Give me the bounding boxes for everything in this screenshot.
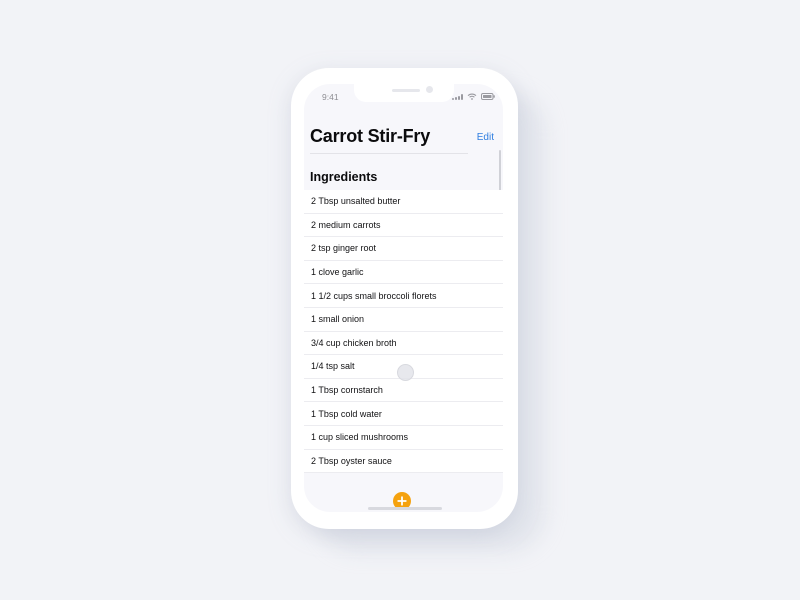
ingredient-row[interactable]: 2 medium carrots <box>304 214 503 238</box>
phone-screen: 9:41 Carrot Stir-Fry Edit Ingredients 2 … <box>304 84 503 512</box>
ingredient-row[interactable]: 1 1/2 cups small broccoli florets <box>304 284 503 308</box>
wifi-icon <box>467 93 477 100</box>
ingredient-row[interactable]: 2 Tbsp oyster sauce <box>304 450 503 474</box>
speaker <box>392 89 420 92</box>
section-title-ingredients: Ingredients <box>310 170 378 184</box>
ingredient-row[interactable]: 3/4 cup chicken broth <box>304 332 503 356</box>
plus-circle-icon <box>397 496 407 506</box>
edit-button[interactable]: Edit <box>477 132 494 143</box>
ingredient-row[interactable]: 1 cup sliced mushrooms <box>304 426 503 450</box>
camera-icon <box>426 86 433 93</box>
title-divider <box>310 153 468 154</box>
battery-icon <box>481 93 495 100</box>
page-title: Carrot Stir-Fry <box>310 126 431 146</box>
ingredient-row[interactable]: 1 small onion <box>304 308 503 332</box>
stage: 9:41 Carrot Stir-Fry Edit Ingredients 2 … <box>0 0 800 600</box>
ingredients-list: 2 Tbsp unsalted butter 2 medium carrots … <box>304 190 503 474</box>
home-indicator[interactable] <box>368 507 442 510</box>
ingredient-row[interactable]: 2 tsp ginger root <box>304 237 503 261</box>
ingredient-row[interactable]: 2 Tbsp unsalted butter <box>304 190 503 214</box>
status-icons <box>452 92 495 100</box>
signal-icon <box>452 94 463 100</box>
ingredient-row[interactable]: 1 Tbsp cold water <box>304 402 503 426</box>
phone-frame: 9:41 Carrot Stir-Fry Edit Ingredients 2 … <box>291 68 518 529</box>
touch-indicator <box>397 364 414 381</box>
ingredient-row[interactable]: 1 clove garlic <box>304 261 503 285</box>
status-time: 9:41 <box>322 92 339 102</box>
notch <box>354 84 454 102</box>
ingredient-row[interactable]: 1 Tbsp cornstarch <box>304 379 503 403</box>
